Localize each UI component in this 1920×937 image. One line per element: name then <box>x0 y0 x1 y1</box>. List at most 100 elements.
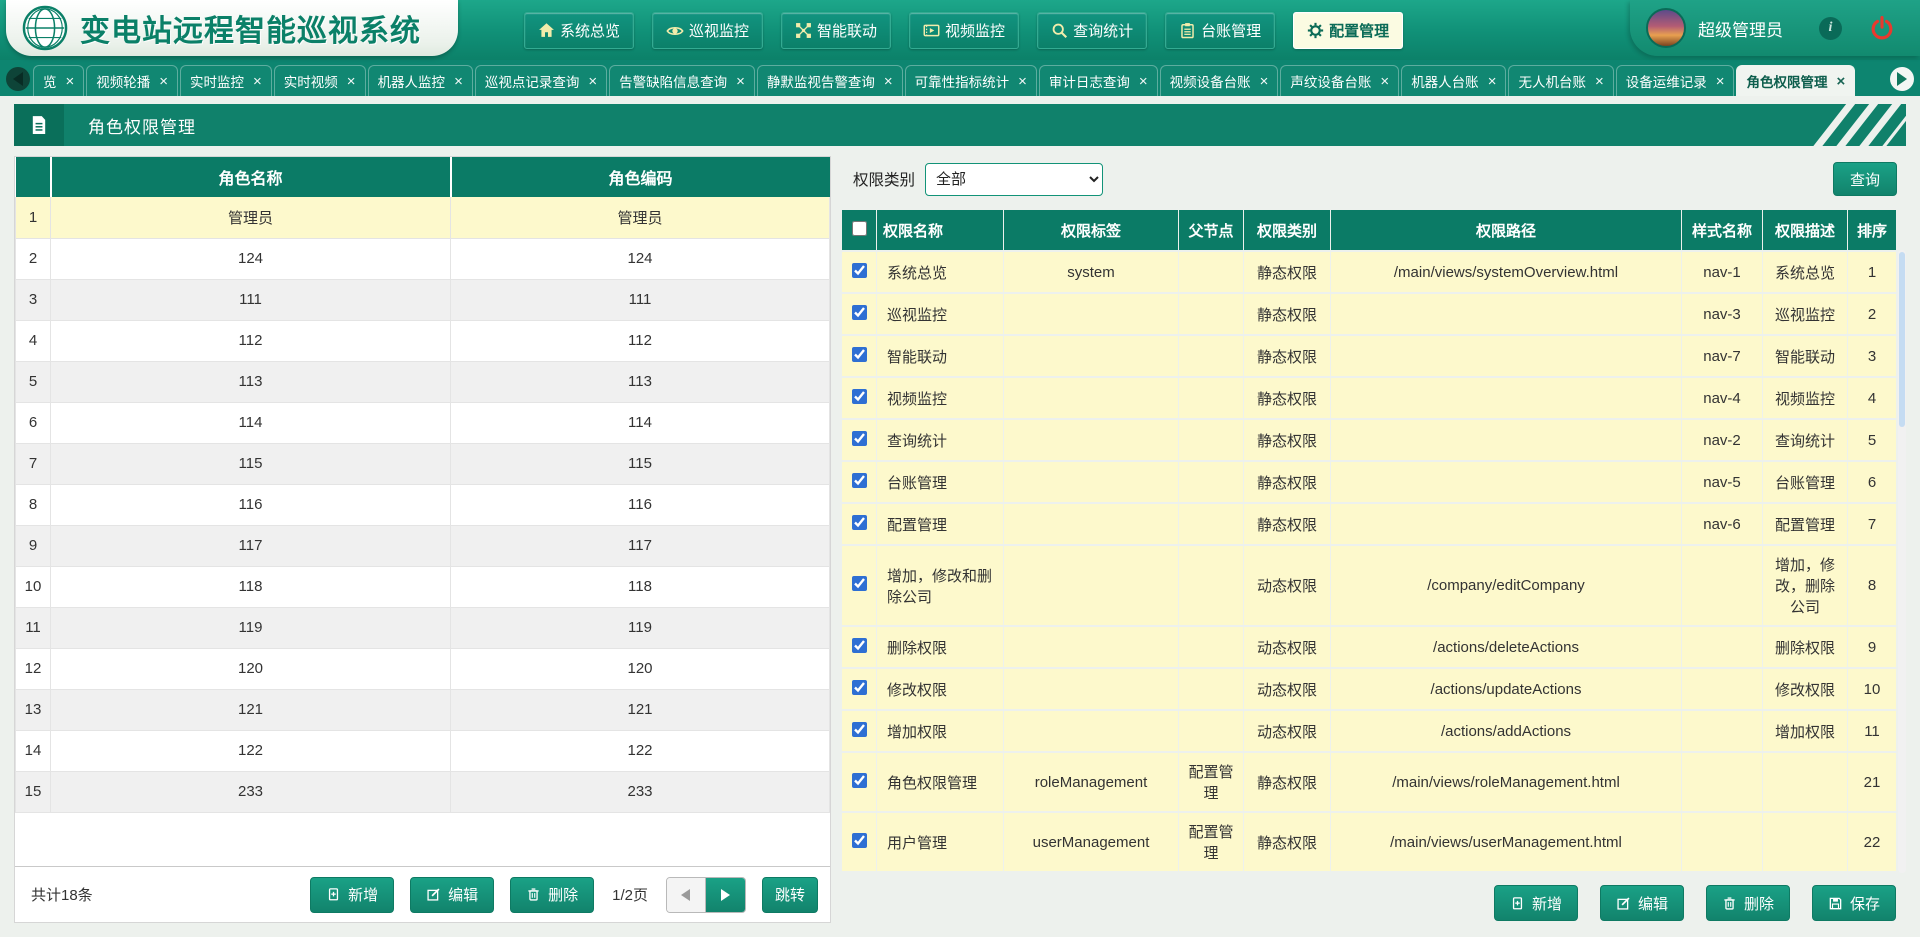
tabs-scroll-left-button[interactable] <box>6 67 30 91</box>
perm-order-column-header[interactable]: 排序 <box>1848 210 1896 250</box>
tab-close-icon[interactable]: × <box>253 74 262 89</box>
permission-row-checkbox[interactable] <box>852 680 867 695</box>
permission-row[interactable]: 删除权限动态权限/actions/deleteActions删除权限9 <box>842 627 1896 667</box>
role-row[interactable]: 1管理员管理员 <box>16 197 830 238</box>
tab-close-icon[interactable]: × <box>1380 74 1389 89</box>
permission-row[interactable]: 增加权限动态权限/actions/addActions增加权限11 <box>842 711 1896 751</box>
permission-row[interactable]: 智能联动静态权限nav-7智能联动3 <box>842 336 1896 376</box>
permission-row-checkbox[interactable] <box>852 638 867 653</box>
power-logout-icon[interactable] <box>1870 16 1894 40</box>
tab-close-icon[interactable]: × <box>1716 74 1725 89</box>
tab-close-icon[interactable]: × <box>884 74 893 89</box>
role-name-column-header[interactable]: 角色名称 <box>51 157 451 197</box>
role-row[interactable]: 9117117 <box>16 525 830 566</box>
permission-row-checkbox[interactable] <box>852 305 867 320</box>
select-all-checkbox[interactable] <box>852 221 867 236</box>
prev-page-button[interactable] <box>667 878 706 912</box>
tab-声纹设备台账[interactable]: 声纹设备台账× <box>1280 65 1399 96</box>
tab-实时监控[interactable]: 实时监控× <box>180 65 272 96</box>
permission-row[interactable]: 角色权限管理roleManagement配置管理静态权限/main/views/… <box>842 753 1896 811</box>
tab-审计日志查询[interactable]: 审计日志查询× <box>1039 65 1158 96</box>
tab-close-icon[interactable]: × <box>736 74 745 89</box>
permission-row-checkbox[interactable] <box>852 347 867 362</box>
scrollbar[interactable] <box>1898 250 1906 873</box>
tab-close-icon[interactable]: × <box>1488 74 1497 89</box>
tab-角色权限管理[interactable]: 角色权限管理× <box>1736 65 1855 96</box>
role-row[interactable]: 11119119 <box>16 607 830 648</box>
role-row[interactable]: 3111111 <box>16 279 830 320</box>
role-row[interactable]: 13121121 <box>16 689 830 730</box>
role-row[interactable]: 14122122 <box>16 730 830 771</box>
permission-row-checkbox[interactable] <box>852 773 867 788</box>
permission-row-checkbox[interactable] <box>852 473 867 488</box>
tab-close-icon[interactable]: × <box>347 74 356 89</box>
role-add-button[interactable]: 新增 <box>310 877 394 913</box>
perm-path-column-header[interactable]: 权限路径 <box>1331 210 1681 250</box>
permission-row[interactable]: 查询统计静态权限nav-2查询统计5 <box>842 420 1896 460</box>
avatar[interactable] <box>1646 8 1686 48</box>
perm-desc-column-header[interactable]: 权限描述 <box>1763 210 1847 250</box>
permission-row[interactable]: 用户管理userManagement配置管理静态权限/main/views/us… <box>842 813 1896 871</box>
tab-可靠性指标统计[interactable]: 可靠性指标统计× <box>905 65 1037 96</box>
tab-机器人台账[interactable]: 机器人台账× <box>1401 65 1506 96</box>
nav-system-overview-button[interactable]: 系统总览 <box>524 12 634 49</box>
tab-视频设备台账[interactable]: 视频设备台账× <box>1160 65 1279 96</box>
tab-实时视频[interactable]: 实时视频× <box>274 65 366 96</box>
role-row[interactable]: 12120120 <box>16 648 830 689</box>
tab-巡视点记录查询[interactable]: 巡视点记录查询× <box>475 65 607 96</box>
permission-row-checkbox[interactable] <box>852 515 867 530</box>
tab-close-icon[interactable]: × <box>1595 74 1604 89</box>
tab-close-icon[interactable]: × <box>159 74 168 89</box>
tab-close-icon[interactable]: × <box>1018 74 1027 89</box>
permission-row-checkbox[interactable] <box>852 576 867 591</box>
permission-add-button[interactable]: 新增 <box>1494 885 1578 921</box>
search-button[interactable]: 查询 <box>1833 162 1897 196</box>
permission-row[interactable]: 配置管理静态权限nav-6配置管理7 <box>842 504 1896 544</box>
jump-page-button[interactable]: 跳转 <box>762 877 818 913</box>
permission-row-checkbox[interactable] <box>852 833 867 848</box>
role-row[interactable]: 5113113 <box>16 361 830 402</box>
role-delete-button[interactable]: 删除 <box>510 877 594 913</box>
tab-设备运维记录[interactable]: 设备运维记录× <box>1616 65 1735 96</box>
perm-parent-column-header[interactable]: 父节点 <box>1179 210 1243 250</box>
nav-smart-linkage-button[interactable]: 智能联动 <box>781 12 891 49</box>
tab-机器人监控[interactable]: 机器人监控× <box>368 65 473 96</box>
permission-row[interactable]: 巡视监控静态权限nav-3巡视监控2 <box>842 294 1896 334</box>
perm-tag-column-header[interactable]: 权限标签 <box>1004 210 1178 250</box>
tab-close-icon[interactable]: × <box>588 74 597 89</box>
tab-close-icon[interactable]: × <box>1836 74 1845 89</box>
nav-config-management-button[interactable]: 配置管理 <box>1293 12 1403 49</box>
role-row[interactable]: 6114114 <box>16 402 830 443</box>
perm-type-column-header[interactable]: 权限类别 <box>1244 210 1330 250</box>
role-row[interactable]: 7115115 <box>16 443 830 484</box>
role-code-column-header[interactable]: 角色编码 <box>451 157 830 197</box>
tab-close-icon[interactable]: × <box>1260 74 1269 89</box>
permission-row-checkbox[interactable] <box>852 722 867 737</box>
permission-type-select[interactable]: 全部 <box>925 163 1103 196</box>
tab-告警缺陷信息查询[interactable]: 告警缺陷信息查询× <box>609 65 755 96</box>
tab-close-icon[interactable]: × <box>1139 74 1148 89</box>
nav-patrol-monitor-button[interactable]: 巡视监控 <box>652 12 763 49</box>
permission-row-checkbox[interactable] <box>852 389 867 404</box>
permission-row[interactable]: 系统总览system静态权限/main/views/systemOverview… <box>842 252 1896 292</box>
tab-无人机台账[interactable]: 无人机台账× <box>1508 65 1613 96</box>
role-row[interactable]: 4112112 <box>16 320 830 361</box>
info-icon[interactable]: i <box>1819 17 1842 40</box>
role-row[interactable]: 8116116 <box>16 484 830 525</box>
nav-video-monitor-button[interactable]: 视频监控 <box>909 12 1019 49</box>
permission-edit-button[interactable]: 编辑 <box>1600 885 1684 921</box>
tabs-scroll-right-button[interactable] <box>1890 67 1914 91</box>
permission-row[interactable]: 视频监控静态权限nav-4视频监控4 <box>842 378 1896 418</box>
permission-row[interactable]: 修改权限动态权限/actions/updateActions修改权限10 <box>842 669 1896 709</box>
tab-静默监视告警查询[interactable]: 静默监视告警查询× <box>757 65 903 96</box>
save-button[interactable]: 保存 <box>1812 885 1896 921</box>
permission-row[interactable]: 台账管理静态权限nav-5台账管理6 <box>842 462 1896 502</box>
permission-row-checkbox[interactable] <box>852 431 867 446</box>
permission-row[interactable]: 增加，修改和删除公司动态权限/company/editCompany增加，修改，… <box>842 546 1896 625</box>
tab-close-icon[interactable]: × <box>454 74 463 89</box>
tab-览[interactable]: 览× <box>33 65 84 96</box>
role-edit-button[interactable]: 编辑 <box>410 877 494 913</box>
next-page-button[interactable] <box>706 878 745 912</box>
tab-视频轮播[interactable]: 视频轮播× <box>86 65 178 96</box>
role-row[interactable]: 2124124 <box>16 238 830 279</box>
